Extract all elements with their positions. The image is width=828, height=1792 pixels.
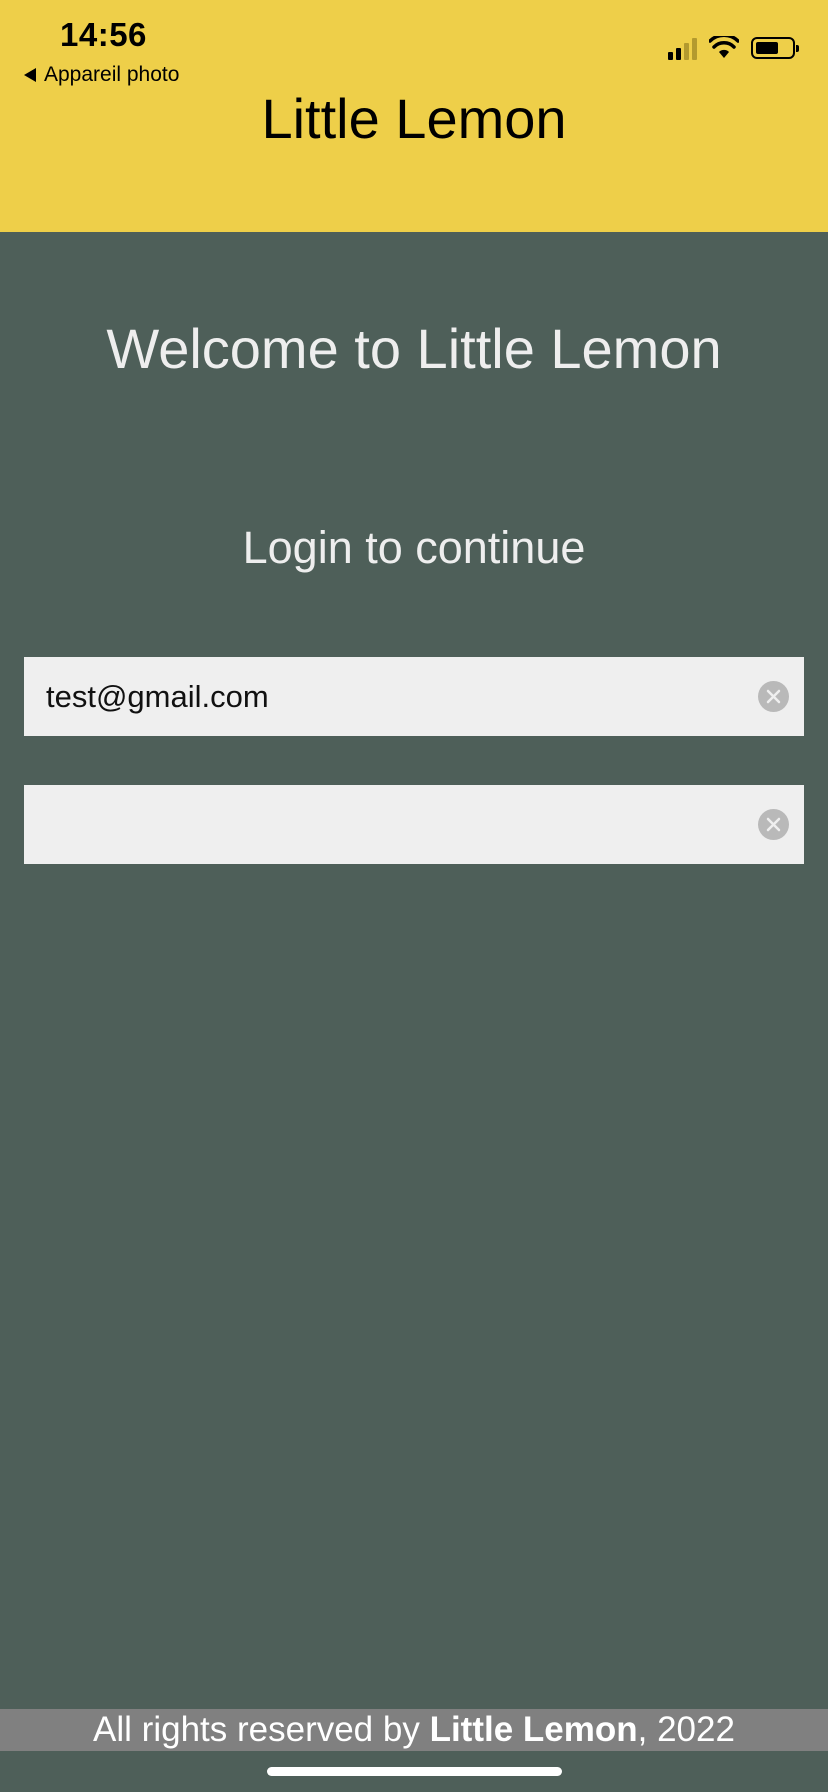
password-field-container	[24, 785, 804, 864]
password-field[interactable]	[24, 785, 724, 864]
back-triangle-icon	[24, 68, 36, 82]
footer-prefix: All rights reserved by	[93, 1710, 430, 1749]
footer-suffix: , 2022	[637, 1710, 735, 1749]
cellular-signal-icon	[668, 36, 697, 60]
login-screen: 14:56 Appareil photo Little Lemon Welcom…	[0, 0, 828, 1792]
clear-icon	[766, 689, 781, 704]
email-field-container	[24, 657, 804, 736]
back-label: Appareil photo	[44, 63, 180, 86]
email-field[interactable]	[24, 657, 724, 736]
app-title: Little Lemon	[261, 87, 567, 150]
status-time: 14:56	[60, 16, 147, 53]
wifi-icon	[709, 36, 739, 58]
app-header: 14:56 Appareil photo Little Lemon	[0, 0, 828, 232]
password-clear-button[interactable]	[758, 809, 789, 840]
status-icons	[668, 36, 799, 60]
welcome-heading: Welcome to Little Lemon	[106, 317, 722, 380]
clear-icon	[766, 817, 781, 832]
back-to-app-button[interactable]: Appareil photo	[24, 63, 179, 87]
home-indicator[interactable]	[267, 1767, 562, 1776]
email-clear-button[interactable]	[758, 681, 789, 712]
battery-icon	[751, 37, 799, 59]
login-subtitle: Login to continue	[242, 522, 586, 573]
footer: All rights reserved by Little Lemon, 202…	[0, 1709, 828, 1751]
footer-brand: Little Lemon	[429, 1710, 638, 1749]
